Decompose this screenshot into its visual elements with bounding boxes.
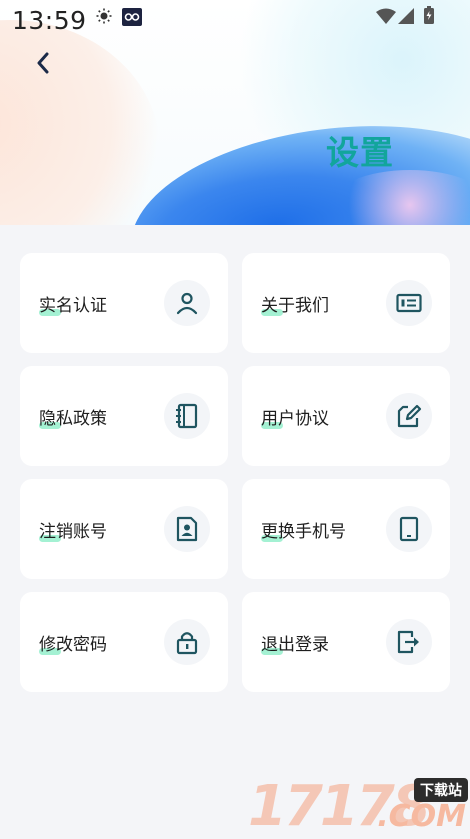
- app-notification-icon: [122, 8, 142, 30]
- user-icon: [164, 280, 210, 326]
- status-time: 13:59: [12, 6, 87, 35]
- signal-icon: [398, 8, 414, 28]
- id-card-icon: [386, 280, 432, 326]
- back-button[interactable]: [28, 48, 58, 78]
- edit-document-icon: [386, 393, 432, 439]
- menu-item-change-phone[interactable]: 更换手机号: [242, 479, 450, 579]
- contact-card-icon: [164, 506, 210, 552]
- logout-icon: [386, 619, 432, 665]
- menu-item-label: 关于我们: [261, 296, 329, 316]
- menu-item-cancel-account[interactable]: 注销账号: [20, 479, 228, 579]
- page-title: 设置: [326, 133, 394, 172]
- notebook-icon: [164, 393, 210, 439]
- menu-item-label: 隐私政策: [39, 409, 107, 429]
- lock-icon: [164, 619, 210, 665]
- site-watermark: 17178 下载站 .COM: [248, 772, 470, 839]
- menu-item-label: 更换手机号: [261, 522, 346, 542]
- watermark-domain: .COM: [377, 799, 466, 834]
- menu-item-privacy-policy[interactable]: 隐私政策: [20, 366, 228, 466]
- settings-menu-grid: 实名认证 关于我们 隐私政策 用户协议 注销账号 更换手机号 修改密码 退出登录: [20, 253, 451, 692]
- brightness-icon: [96, 8, 112, 28]
- menu-item-user-agreement[interactable]: 用户协议: [242, 366, 450, 466]
- decor-peach-blob: [0, 20, 160, 225]
- battery-icon: [424, 6, 434, 28]
- menu-item-label: 用户协议: [261, 409, 329, 429]
- menu-item-about-us[interactable]: 关于我们: [242, 253, 450, 353]
- menu-item-change-password[interactable]: 修改密码: [20, 592, 228, 692]
- menu-item-label: 注销账号: [39, 522, 107, 542]
- menu-item-label: 实名认证: [39, 296, 107, 316]
- menu-item-label: 修改密码: [39, 635, 107, 655]
- wifi-icon: [376, 8, 396, 28]
- menu-item-logout[interactable]: 退出登录: [242, 592, 450, 692]
- phone-icon: [386, 506, 432, 552]
- menu-item-real-name-auth[interactable]: 实名认证: [20, 253, 228, 353]
- chevron-left-icon: [37, 52, 49, 74]
- status-bar: 13:59: [0, 0, 470, 42]
- menu-item-label: 退出登录: [261, 635, 329, 655]
